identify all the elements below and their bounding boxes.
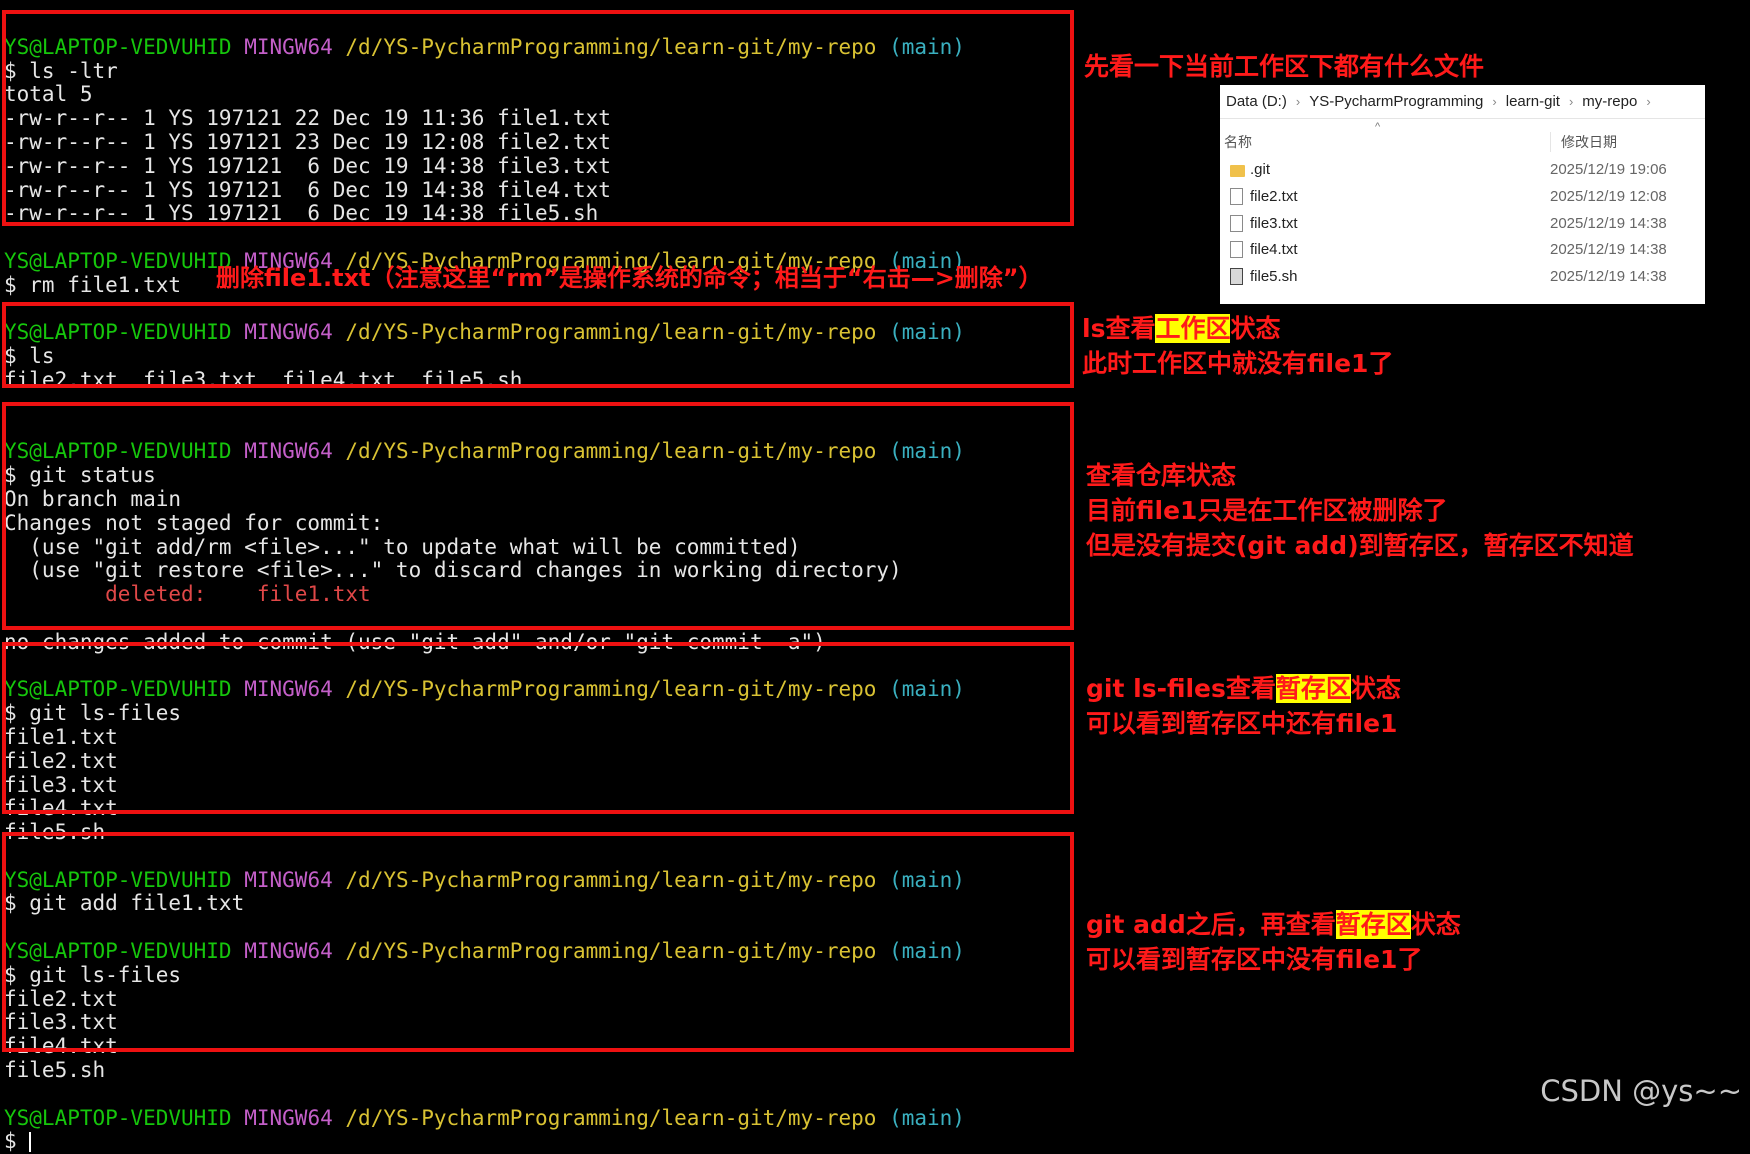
text-file-icon xyxy=(1230,214,1243,232)
file-row[interactable]: file3.txt 2025/12/19 14:38 xyxy=(1220,211,1705,238)
command-input-line[interactable]: $ xyxy=(4,1130,1074,1154)
watermark: CSDN @ys~~ xyxy=(1540,1074,1742,1108)
file-row[interactable]: .git 2025/12/19 19:06 xyxy=(1220,157,1705,184)
file-row[interactable]: file4.txt 2025/12/19 14:38 xyxy=(1220,237,1705,264)
text-file-icon xyxy=(1230,187,1243,205)
column-header-row: ^ 名称 修改日期 xyxy=(1220,119,1705,157)
annotation-list-files: 先看一下当前工作区下都有什么文件 xyxy=(1084,52,1485,81)
prompt-line: YS@LAPTOP-VEDVUHID MINGW64 /d/YS-Pycharm… xyxy=(4,1105,965,1130)
chevron-right-icon: › xyxy=(1295,94,1301,109)
text-file-icon xyxy=(1230,241,1243,259)
breadcrumb-item[interactable]: Data (D:) xyxy=(1226,93,1287,110)
annotation-ls-workspace: ls查看工作区状态 此时工作区中就没有file1了 xyxy=(1082,314,1394,378)
breadcrumb-item[interactable]: learn-git xyxy=(1506,93,1560,110)
highlight-box-ls xyxy=(2,302,1074,388)
annotation-ls-files-staging: git ls-files查看暂存区状态 可以看到暂存区中还有file1 xyxy=(1086,674,1401,738)
file-explorer-window: Data (D:) › YS-PycharmProgramming › learn-… xyxy=(1220,85,1705,304)
script-file-icon xyxy=(1230,268,1243,286)
column-header-name[interactable]: 名称 xyxy=(1224,132,1252,152)
highlight-box-ls-files xyxy=(2,642,1074,814)
breadcrumb: Data (D:) › YS-PycharmProgramming › learn-… xyxy=(1220,85,1705,119)
folder-icon xyxy=(1230,165,1245,177)
column-header-date[interactable]: 修改日期 xyxy=(1550,132,1617,152)
chevron-right-icon: › xyxy=(1568,94,1574,109)
breadcrumb-item[interactable]: my-repo xyxy=(1582,93,1637,110)
sort-ascending-icon: ^ xyxy=(1375,121,1381,133)
annotation-git-status: 查看仓库状态 目前file1只是在工作区被删除了 但是没有提交(git add)到暂… xyxy=(1086,461,1634,560)
chevron-right-icon: › xyxy=(1492,94,1497,109)
highlight-box-ls-ltr xyxy=(2,10,1074,226)
annotation-rm-file1: 删除file1.txt（注意这里“rm”是操作系统的命令；相当于“右击—>删除”… xyxy=(216,264,1043,292)
highlight-box-git-status xyxy=(2,402,1074,630)
terminal-line: file5.sh xyxy=(4,1058,106,1083)
file-row[interactable]: file2.txt 2025/12/19 12:08 xyxy=(1220,184,1705,211)
annotation-after-git-add: git add之后，再查看暂存区状态 可以看到暂存区中没有file1了 xyxy=(1086,910,1461,974)
chevron-right-icon: › xyxy=(1646,94,1651,109)
breadcrumb-item[interactable]: YS-PycharmProgramming xyxy=(1309,93,1483,110)
text-cursor xyxy=(29,1132,32,1153)
highlight-box-git-add xyxy=(2,832,1074,1052)
file-row[interactable]: file5.sh 2025/12/19 14:38 xyxy=(1220,264,1705,291)
